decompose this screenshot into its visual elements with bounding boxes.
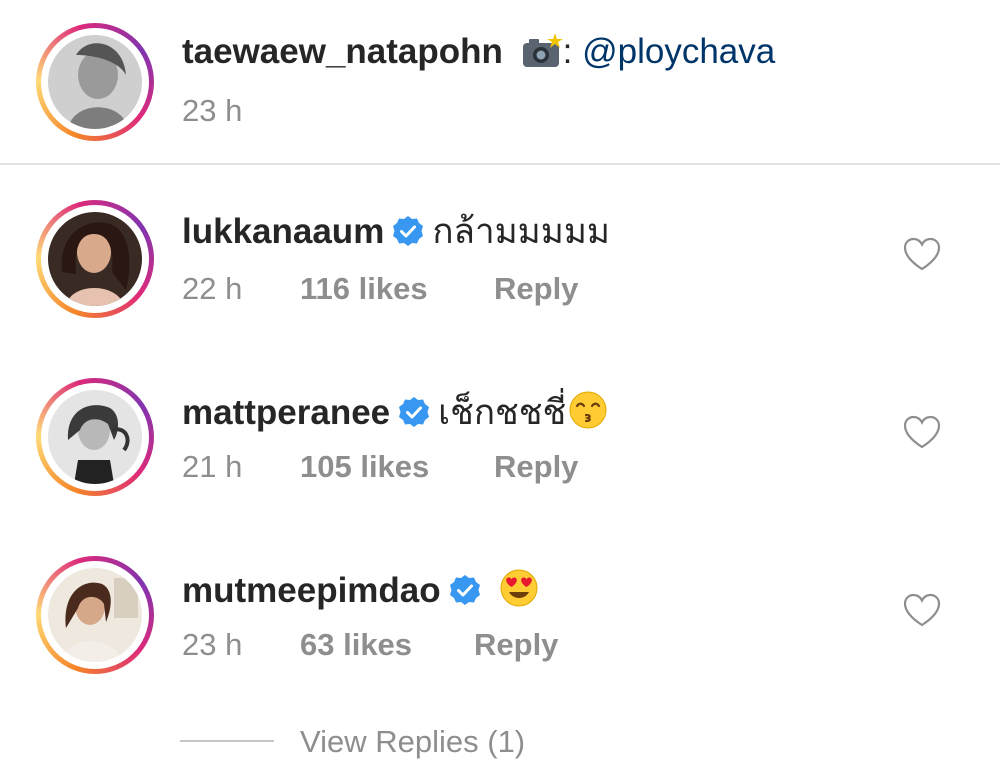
camera-with-flash-icon	[521, 33, 563, 69]
reply-button[interactable]: Reply	[474, 627, 558, 663]
caption-mention-link[interactable]: @ploychava	[582, 32, 775, 71]
caption-meta: 23 h	[182, 93, 242, 129]
comment-row: mutmeepimdao 23 h 63 likes Reply	[0, 536, 1000, 706]
comment-likes[interactable]: 63 likes	[300, 627, 474, 663]
verified-badge-icon	[449, 574, 481, 606]
comment-text-line: mattperanee เช็กชชชี่	[182, 390, 608, 433]
like-heart-icon[interactable]	[902, 413, 942, 453]
like-heart-icon[interactable]	[902, 591, 942, 631]
reply-button[interactable]: Reply	[494, 449, 578, 485]
comment-meta: 21 h 105 likes Reply	[182, 449, 578, 485]
view-replies-line	[180, 740, 274, 742]
comment-time[interactable]: 21 h	[182, 449, 300, 485]
comment-likes[interactable]: 105 likes	[300, 449, 494, 485]
comment-username[interactable]: mutmeepimdao	[182, 571, 441, 610]
caption-separator: :	[562, 32, 583, 71]
verified-badge-icon	[392, 215, 424, 247]
avatar-image	[48, 568, 142, 662]
caption-username[interactable]: taewaew_natapohn	[182, 32, 503, 71]
comment-text: กล้ามมมมม	[432, 212, 610, 251]
caption-row: taewaew_natapohn : @ploychava 23 h	[0, 0, 1000, 163]
verified-badge-icon	[398, 396, 430, 428]
comment-meta: 23 h 63 likes Reply	[182, 627, 558, 663]
avatar-image	[48, 390, 142, 484]
avatar-lukkanaaum[interactable]	[36, 200, 154, 318]
avatar-taewaew[interactable]	[36, 23, 154, 141]
comment-username[interactable]: mattperanee	[182, 393, 390, 432]
caption-time[interactable]: 23 h	[182, 93, 242, 129]
comment-time[interactable]: 22 h	[182, 271, 300, 307]
view-replies-label[interactable]: View Replies (1)	[300, 722, 525, 762]
caption-text-line: taewaew_natapohn : @ploychava	[182, 32, 775, 72]
avatar-image	[48, 212, 142, 306]
comment-meta: 22 h 116 likes Reply	[182, 271, 578, 307]
comment-text: เช็กชชชี่	[438, 393, 567, 432]
like-heart-icon[interactable]	[902, 235, 942, 275]
reply-button[interactable]: Reply	[494, 271, 578, 307]
avatar-image	[48, 35, 142, 129]
comment-text-line: mutmeepimdao	[182, 568, 539, 611]
avatar-mutmeepimdao[interactable]	[36, 556, 154, 674]
comment-row: mattperanee เช็กชชชี่ 21 h 105 likes Reply	[0, 358, 1000, 528]
comment-time[interactable]: 23 h	[182, 627, 300, 663]
kissing-face-with-closed-eyes-icon	[568, 390, 608, 430]
comment-text-line: lukkanaaum กล้ามมมมม	[182, 212, 610, 252]
comment-row: lukkanaaum กล้ามมมมม 22 h 116 likes Reply	[0, 180, 1000, 350]
comment-username[interactable]: lukkanaaum	[182, 212, 384, 251]
smiling-face-with-heart-eyes-icon	[499, 568, 539, 608]
divider	[0, 163, 1000, 165]
comment-likes[interactable]: 116 likes	[300, 271, 494, 307]
avatar-mattperanee[interactable]	[36, 378, 154, 496]
